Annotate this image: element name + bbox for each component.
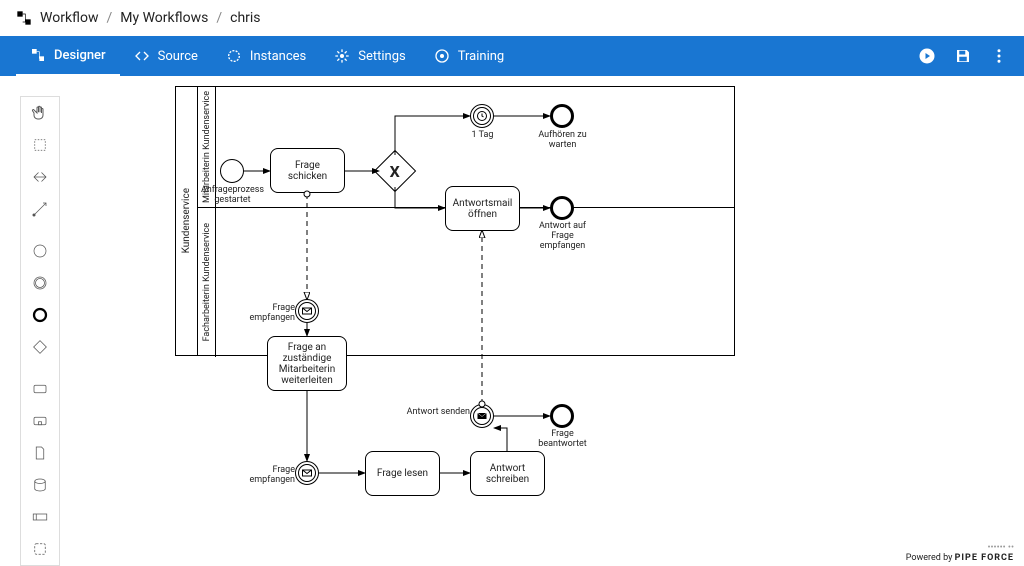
tabs: Designer Source Instances Settings Train… xyxy=(16,36,518,76)
designer-icon xyxy=(30,47,46,63)
tool-space[interactable] xyxy=(21,161,59,193)
task-weiterleiten[interactable]: Frage an zuständige Mitarbeiterin weiter… xyxy=(267,336,347,391)
end3-label: Frage beantwortet xyxy=(535,430,590,450)
tab-source-label: Source xyxy=(158,49,198,64)
bpmn-canvas[interactable]: Kundin Kundenservice Mitarbeiterin Kunde… xyxy=(175,86,735,556)
tool-data-store[interactable] xyxy=(21,469,59,501)
footer: •••••• •• Powered by PIPE FORCE xyxy=(906,543,1014,563)
play-icon[interactable] xyxy=(918,47,936,65)
start-event-label: Anfrageprozess gestartet xyxy=(200,186,265,206)
more-icon[interactable] xyxy=(990,47,1008,65)
tool-subprocess[interactable] xyxy=(21,405,59,437)
message-event-frage1[interactable] xyxy=(295,299,319,323)
tab-instances[interactable]: Instances xyxy=(212,36,320,76)
message-event-frage2[interactable] xyxy=(295,461,319,485)
tool-end-event[interactable] xyxy=(21,299,59,331)
pool-kundenservice-label: Kundenservice xyxy=(176,87,198,355)
instances-icon xyxy=(226,48,242,64)
msg2-label: Frage empfangen xyxy=(225,466,295,486)
breadcrumb-mid[interactable]: My Workflows xyxy=(120,10,208,26)
workflow-icon xyxy=(16,10,32,26)
throw-label: Antwort senden xyxy=(400,408,470,418)
end-event-aufhoeren[interactable] xyxy=(550,104,574,128)
tab-source[interactable]: Source xyxy=(120,36,212,76)
task-antwort-schreiben[interactable]: Antwort schreiben xyxy=(470,451,545,496)
lane-facharbeiterin-label: Facharbeiterin Kundenservice xyxy=(198,207,216,357)
tool-pool[interactable] xyxy=(21,501,59,533)
breadcrumb: Workflow / My Workflows / chris xyxy=(0,0,1024,36)
toolbar-actions xyxy=(918,47,1008,65)
timer-label: 1 Tag xyxy=(465,131,500,141)
target-icon xyxy=(434,48,450,64)
tool-intermediate-event[interactable] xyxy=(21,267,59,299)
tab-training-label: Training xyxy=(458,49,504,64)
tool-lasso[interactable] xyxy=(21,129,59,161)
message-throw-antwort[interactable] xyxy=(470,404,494,428)
tab-designer[interactable]: Designer xyxy=(16,36,120,76)
task-frage-schicken[interactable]: Frage schicken xyxy=(270,148,345,193)
workspace[interactable]: Kundin Kundenservice Mitarbeiterin Kunde… xyxy=(0,76,1024,543)
clock-icon xyxy=(476,110,488,122)
footer-line1: •••••• •• xyxy=(906,543,1014,553)
save-icon[interactable] xyxy=(954,47,972,65)
tool-start-event[interactable] xyxy=(21,235,59,267)
envelope-icon xyxy=(301,305,313,317)
code-icon xyxy=(134,48,150,64)
end-event-antwort[interactable] xyxy=(550,196,574,220)
envelope-filled-icon xyxy=(476,410,488,422)
breadcrumb-leaf[interactable]: chris xyxy=(230,10,260,26)
start-event-anfrage[interactable] xyxy=(220,159,244,183)
breadcrumb-sep: / xyxy=(107,10,113,26)
end-event-aufhoeren-label: Aufhören zu warten xyxy=(535,131,590,151)
footer-powered: Powered by xyxy=(906,553,953,563)
breadcrumb-sep: / xyxy=(216,10,222,26)
end-event-antwort-label: Antwort auf Frage empfangen xyxy=(530,222,595,252)
tool-data-object[interactable] xyxy=(21,437,59,469)
palette xyxy=(20,96,60,566)
tool-hand[interactable] xyxy=(21,97,59,129)
tab-designer-label: Designer xyxy=(54,48,106,63)
breadcrumb-root[interactable]: Workflow xyxy=(40,10,99,26)
tool-gateway[interactable] xyxy=(21,331,59,363)
toolbar: Designer Source Instances Settings Train… xyxy=(0,36,1024,76)
gear-icon xyxy=(334,48,350,64)
tool-task[interactable] xyxy=(21,373,59,405)
task-frage-lesen[interactable]: Frage lesen xyxy=(365,451,440,496)
tab-training[interactable]: Training xyxy=(420,36,518,76)
tab-settings-label: Settings xyxy=(358,49,405,64)
end-event-beantwortet[interactable] xyxy=(550,404,574,428)
tool-connect[interactable] xyxy=(21,193,59,225)
footer-brand: PIPE FORCE xyxy=(955,553,1014,563)
envelope-icon xyxy=(301,467,313,479)
tab-instances-label: Instances xyxy=(250,49,306,64)
tab-settings[interactable]: Settings xyxy=(320,36,419,76)
msg1-label: Frage empfangen xyxy=(225,304,295,324)
task-antwort-oeffnen[interactable]: Antwortsmail öffnen xyxy=(445,186,520,231)
intermediate-timer-event[interactable] xyxy=(470,104,494,128)
tool-group[interactable] xyxy=(21,533,59,565)
